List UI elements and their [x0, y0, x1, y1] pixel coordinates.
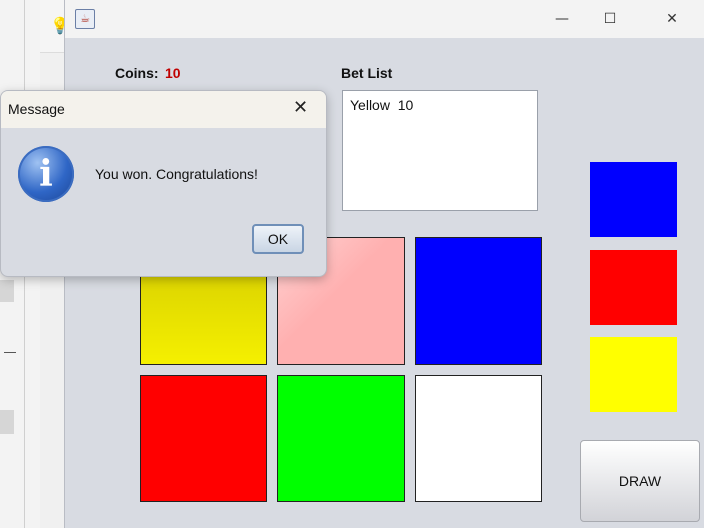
drawn-color-swatch	[590, 250, 677, 325]
dialog-titlebar: Message ✕	[1, 91, 326, 128]
dialog-message: You won. Congratulations!	[95, 166, 258, 182]
coins-value: 10	[165, 65, 181, 81]
lightbulb-icon: 💡	[50, 16, 70, 35]
window-titlebar: ☕ — ☐ ✕	[65, 0, 704, 38]
tile-green[interactable]	[277, 375, 405, 502]
maximize-button[interactable]: ☐	[587, 6, 633, 32]
dialog-title: Message	[8, 101, 65, 117]
coins-label: Coins:	[115, 65, 159, 81]
info-icon: i	[18, 146, 74, 202]
ok-button[interactable]: OK	[252, 224, 304, 254]
bet-list[interactable]: Yellow 10	[342, 90, 538, 211]
message-dialog: Message ✕ i You won. Congratulations! OK	[0, 90, 327, 277]
close-window-button[interactable]: ✕	[649, 6, 695, 32]
drawn-color-swatch	[590, 337, 677, 412]
tile-red[interactable]	[140, 375, 267, 502]
draw-button[interactable]: DRAW	[580, 440, 700, 522]
tile-white[interactable]	[415, 375, 542, 502]
bet-list-item[interactable]: Yellow 10	[350, 97, 413, 113]
dialog-close-icon[interactable]: ✕	[293, 97, 308, 118]
minimize-button[interactable]: —	[539, 6, 585, 32]
tile-blue[interactable]	[415, 237, 542, 365]
bet-list-label: Bet List	[341, 65, 393, 81]
java-cup-icon: ☕	[75, 9, 95, 29]
drawn-color-swatch	[590, 162, 677, 237]
